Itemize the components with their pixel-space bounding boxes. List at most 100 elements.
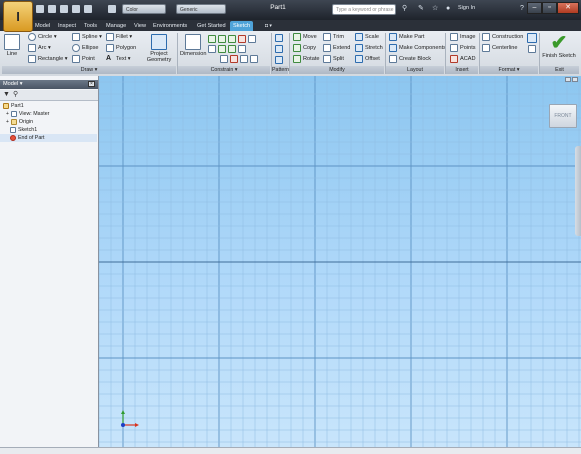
layout-panel-label[interactable]: Layout bbox=[386, 66, 444, 74]
acad-button[interactable]: ACAD bbox=[450, 55, 476, 63]
line-button[interactable]: Line bbox=[4, 34, 20, 57]
search-input[interactable]: Type a keyword or phrase bbox=[332, 4, 396, 15]
smooth-icon[interactable] bbox=[230, 55, 238, 63]
coincident-icon[interactable] bbox=[208, 35, 216, 43]
modify-panel-label[interactable]: Modify bbox=[290, 66, 384, 74]
viewcube[interactable]: FRONT bbox=[549, 104, 577, 128]
scale-button[interactable]: Scale bbox=[355, 33, 379, 41]
spline-button[interactable]: Spline ▾ bbox=[72, 33, 102, 41]
finish-sketch-button[interactable]: ✔ Finish Sketch bbox=[542, 33, 576, 59]
tab-tools[interactable]: Tools bbox=[84, 21, 97, 31]
tab-model[interactable]: Model bbox=[35, 21, 50, 31]
tree-item-origin[interactable]: + Origin bbox=[6, 118, 33, 126]
vertical-icon[interactable] bbox=[238, 45, 246, 53]
communication-icon[interactable]: ✎ bbox=[418, 5, 424, 13]
tree-item-part[interactable]: Part1 bbox=[3, 102, 24, 110]
polygon-button[interactable]: Polygon bbox=[106, 44, 136, 52]
browser-title-dropdown[interactable]: Model ▾ bbox=[3, 81, 23, 87]
construction-button[interactable]: Construction bbox=[482, 33, 523, 41]
expand-icon[interactable]: + bbox=[6, 110, 9, 118]
tree-item-sketch[interactable]: Sketch1 bbox=[10, 126, 37, 134]
tangent-icon[interactable] bbox=[220, 55, 228, 63]
split-button[interactable]: Split bbox=[323, 55, 344, 63]
save-icon[interactable] bbox=[60, 5, 68, 13]
show-format-icon[interactable] bbox=[527, 33, 537, 43]
tab-environments[interactable]: Environments bbox=[153, 21, 187, 31]
circular-pattern-icon[interactable] bbox=[275, 45, 283, 53]
center-point-button[interactable] bbox=[528, 45, 536, 53]
point-button[interactable]: Point bbox=[72, 55, 95, 63]
canvas-close-icon[interactable] bbox=[572, 77, 578, 82]
rectangular-pattern-icon[interactable] bbox=[275, 34, 283, 42]
ribbon-options-icon[interactable]: ◘ ▾ bbox=[265, 21, 272, 31]
canvas-restore-icon[interactable] bbox=[565, 77, 571, 82]
undo-icon[interactable] bbox=[72, 5, 80, 13]
arc-button[interactable]: Arc ▾ bbox=[28, 44, 51, 52]
select-icon[interactable] bbox=[108, 5, 116, 13]
user-icon[interactable]: ● bbox=[446, 5, 450, 13]
draw-panel-label[interactable]: Draw ▾ bbox=[2, 66, 176, 74]
horizontal-icon[interactable] bbox=[228, 35, 236, 43]
ellipse-button[interactable]: Ellipse bbox=[72, 44, 98, 52]
stretch-button[interactable]: Stretch bbox=[355, 44, 383, 52]
tab-inspect[interactable]: Inspect bbox=[58, 21, 76, 31]
rectangle-button[interactable]: Rectangle ▾ bbox=[28, 55, 68, 63]
project-geometry-button[interactable]: Project Geometry bbox=[144, 34, 174, 63]
star-icon[interactable]: ☆ bbox=[432, 5, 438, 13]
find-icon[interactable]: ⚲ bbox=[13, 91, 18, 99]
centerline-button[interactable]: Centerline bbox=[482, 44, 518, 52]
tree-item-end-of-part[interactable]: End of Part bbox=[0, 134, 97, 142]
pattern-panel-label[interactable]: Pattern bbox=[272, 66, 289, 74]
exit-panel-label[interactable]: Exit bbox=[540, 66, 579, 74]
extend-button[interactable]: Extend bbox=[323, 44, 350, 52]
make-part-button[interactable]: Make Part bbox=[389, 33, 425, 41]
tab-manage[interactable]: Manage bbox=[106, 21, 126, 31]
style-dropdown[interactable]: Color bbox=[122, 4, 166, 14]
tab-sketch[interactable]: Sketch bbox=[230, 21, 254, 31]
tree-item-view[interactable]: + View: Master bbox=[6, 110, 49, 118]
image-button[interactable]: Image bbox=[450, 33, 476, 41]
navigation-bar[interactable] bbox=[575, 146, 581, 236]
move-button[interactable]: Move bbox=[293, 33, 317, 41]
equal-icon[interactable] bbox=[228, 45, 236, 53]
circle-button[interactable]: Circle ▾ bbox=[28, 33, 57, 41]
application-menu-button[interactable]: I bbox=[3, 1, 33, 32]
show-constraints-icon[interactable] bbox=[250, 55, 258, 63]
rotate-button[interactable]: Rotate bbox=[293, 55, 319, 63]
collinear-icon[interactable] bbox=[208, 45, 216, 53]
minimize-button[interactable]: – bbox=[527, 2, 542, 14]
create-block-button[interactable]: Create Block bbox=[389, 55, 431, 63]
material-dropdown[interactable]: Generic bbox=[176, 4, 226, 14]
points-button[interactable]: Points bbox=[450, 44, 476, 52]
filter-icon[interactable]: ▼ bbox=[3, 91, 10, 99]
mirror-icon[interactable] bbox=[275, 56, 283, 64]
browser-close-icon[interactable]: × bbox=[88, 81, 95, 87]
sign-in-link[interactable]: Sign In bbox=[458, 5, 475, 11]
close-button[interactable]: ✕ bbox=[557, 2, 579, 14]
parallel-icon[interactable] bbox=[218, 45, 226, 53]
binoculars-icon[interactable]: ⚲ bbox=[402, 5, 407, 13]
new-icon[interactable] bbox=[36, 5, 44, 13]
maximize-button[interactable]: ▫ bbox=[542, 2, 557, 14]
open-icon[interactable] bbox=[48, 5, 56, 13]
trim-button[interactable]: Trim bbox=[323, 33, 344, 41]
tab-get-started[interactable]: Get Started bbox=[197, 21, 226, 31]
text-button[interactable]: A Text ▾ bbox=[106, 55, 131, 63]
graphics-window[interactable]: FRONT bbox=[99, 76, 581, 447]
perpendicular-icon[interactable] bbox=[218, 35, 226, 43]
symmetric-icon[interactable] bbox=[248, 35, 256, 43]
concentric-icon[interactable] bbox=[240, 55, 248, 63]
constrain-panel-label[interactable]: Constrain ▾ bbox=[178, 66, 270, 74]
fillet-button[interactable]: Fillet ▾ bbox=[106, 33, 132, 41]
copy-button[interactable]: Copy bbox=[293, 44, 316, 52]
dimension-button[interactable]: Dimension bbox=[180, 34, 206, 57]
make-components-button[interactable]: Make Components bbox=[389, 44, 446, 52]
redo-icon[interactable] bbox=[84, 5, 92, 13]
format-panel-label[interactable]: Format ▾ bbox=[480, 66, 538, 74]
insert-panel-label[interactable]: Insert bbox=[446, 66, 478, 74]
fix-icon[interactable] bbox=[238, 35, 246, 43]
expand-icon[interactable]: + bbox=[6, 118, 9, 126]
tab-view[interactable]: View bbox=[134, 21, 146, 31]
help-icon[interactable]: ? bbox=[520, 5, 524, 13]
offset-button[interactable]: Offset bbox=[355, 55, 380, 63]
